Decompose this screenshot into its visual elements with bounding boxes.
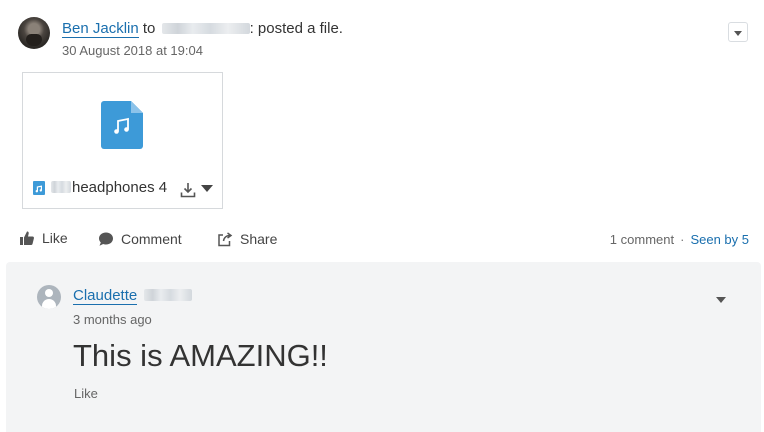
comment-count-link[interactable]: 1 comment xyxy=(610,232,674,247)
file-menu-chevron-down-icon[interactable] xyxy=(201,185,213,192)
comment-author-link[interactable]: Claudette xyxy=(73,287,138,305)
post-timestamp[interactable]: 30 August 2018 at 19:04 xyxy=(62,43,203,58)
comment-body: This is AMAZING!! xyxy=(73,338,328,373)
post-title: Ben Jacklin to : posted a file. xyxy=(62,20,343,38)
comment-author: Claudette xyxy=(73,287,193,305)
post-action-text: : posted a file. xyxy=(249,20,343,37)
share-label: Share xyxy=(240,231,278,247)
file-name-text: headphones 4 xyxy=(72,179,168,196)
download-icon[interactable] xyxy=(180,182,196,198)
author-link[interactable]: Ben Jacklin xyxy=(62,20,139,38)
seen-by-link[interactable]: Seen by 5 xyxy=(690,232,749,247)
share-button[interactable]: Share xyxy=(217,231,277,247)
thumbs-up-icon xyxy=(20,231,34,245)
redacted-file-prefix xyxy=(51,180,71,193)
like-label: Like xyxy=(42,230,68,246)
comment-like-button[interactable]: Like xyxy=(74,386,98,401)
speech-bubble-icon xyxy=(99,232,113,246)
comment-menu-chevron-down-icon[interactable] xyxy=(716,297,726,303)
comment-label: Comment xyxy=(121,231,182,247)
comment-button[interactable]: Comment xyxy=(98,231,182,247)
stats-separator: · xyxy=(680,232,685,247)
author-avatar[interactable] xyxy=(18,17,50,49)
share-icon xyxy=(218,232,233,247)
redacted-surname xyxy=(144,288,193,301)
like-button[interactable]: Like xyxy=(19,230,68,246)
music-file-small-icon xyxy=(33,181,45,195)
to-text: to xyxy=(142,20,156,37)
comments-panel: Claudette 3 months ago This is AMAZING!!… xyxy=(6,262,761,432)
post-menu-button[interactable] xyxy=(728,22,748,42)
file-attachment-card[interactable]: headphones 4 xyxy=(22,72,223,209)
post-stats: 1 comment · Seen by 5 xyxy=(610,232,749,247)
music-file-icon[interactable] xyxy=(101,101,143,149)
file-name[interactable]: headphones 4 xyxy=(51,179,167,196)
redacted-recipient xyxy=(161,22,250,34)
comment-timestamp[interactable]: 3 months ago xyxy=(73,312,152,327)
commenter-avatar[interactable] xyxy=(37,285,61,309)
